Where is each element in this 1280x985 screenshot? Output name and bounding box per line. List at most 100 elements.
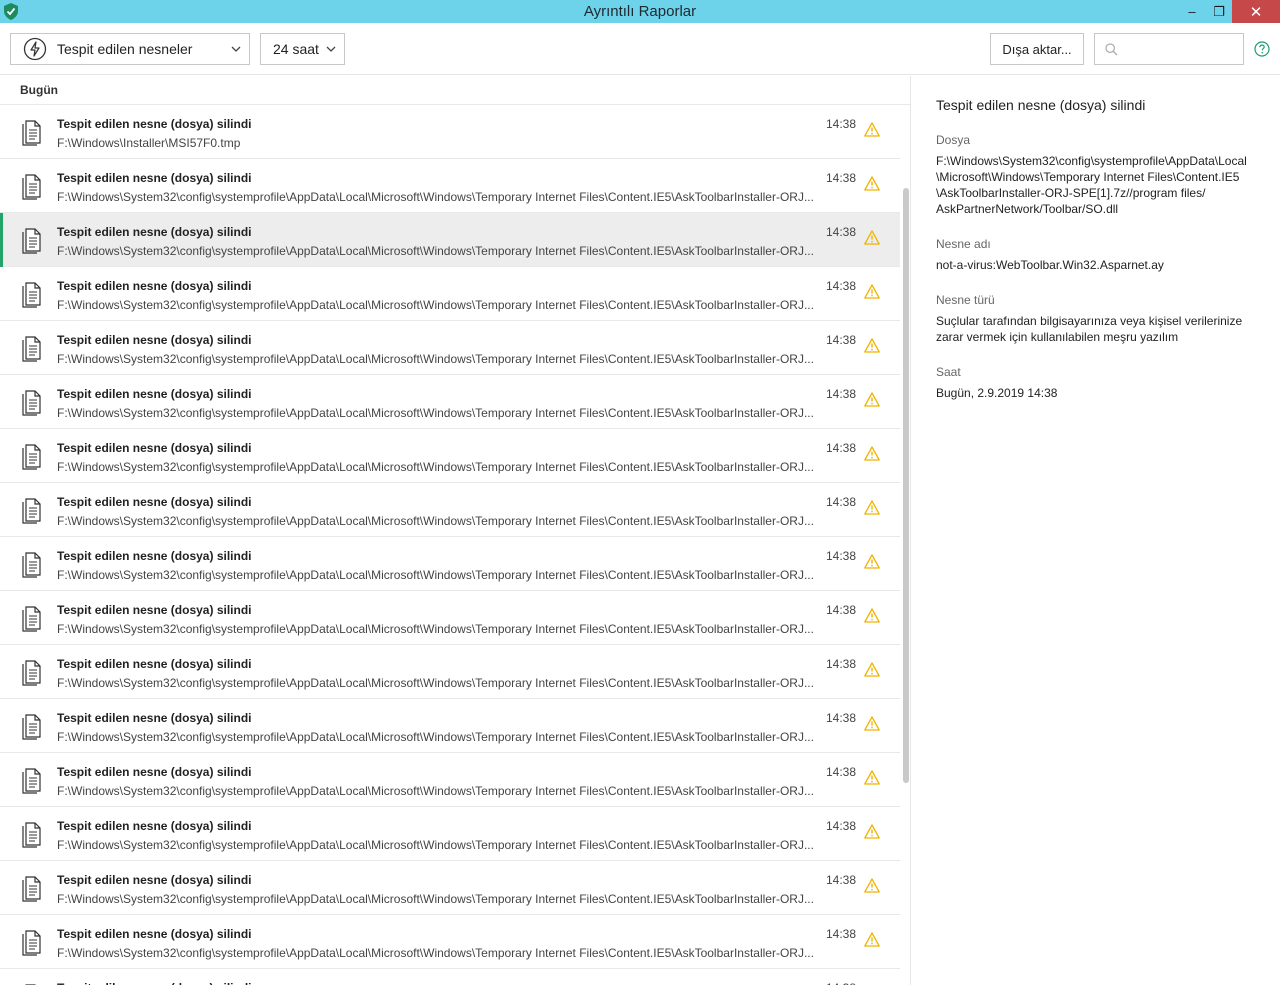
document-icon	[20, 388, 44, 416]
event-rows: Tespit edilen nesne (dosya) silindi F:\Wi…	[0, 105, 910, 985]
warning-icon	[864, 878, 880, 893]
file-label: Dosya	[936, 133, 971, 147]
chevron-down-icon	[231, 46, 241, 52]
event-time: 14:38	[826, 225, 857, 239]
time-label: Saat	[936, 365, 961, 379]
file-path-value: F:\Windows\System32\config\systemprofile…	[936, 153, 1256, 217]
period-label: 24 saat	[273, 41, 319, 57]
event-title: Tespit edilen nesne (dosya) silindi	[57, 927, 252, 941]
event-time: 14:38	[826, 927, 857, 941]
event-title: Tespit edilen nesne (dosya) silindi	[57, 171, 252, 185]
event-path: F:\Windows\System32\config\systemprofile…	[57, 838, 814, 852]
object-name-value: not-a-virus:WebToolbar.Win32.Asparnet.ay	[936, 258, 1164, 272]
list-item[interactable]: Tespit edilen nesne (dosya) silindi F:\Wi…	[0, 105, 900, 159]
list-item[interactable]: Tespit edilen nesne (dosya) silindi F:\Wi…	[0, 483, 900, 537]
warning-icon	[864, 446, 880, 461]
event-title: Tespit edilen nesne (dosya) silindi	[57, 549, 252, 563]
warning-icon	[864, 122, 880, 137]
list-scrollbar[interactable]	[903, 188, 909, 783]
event-path: F:\Windows\System32\config\systemprofile…	[57, 730, 814, 744]
document-icon	[20, 442, 44, 470]
document-icon	[20, 280, 44, 308]
list-item[interactable]: Tespit edilen nesne (dosya) silindi F:\Wi…	[0, 915, 900, 969]
group-header-today: Bugün	[0, 76, 910, 105]
period-dropdown[interactable]: 24 saat	[260, 33, 345, 65]
file-path-line: AskPartnerNetwork/Toolbar/SO.dll	[936, 202, 1119, 216]
event-title: Tespit edilen nesne (dosya) silindi	[57, 387, 252, 401]
window-title: Ayrıntılı Raporlar	[583, 3, 697, 20]
search-input[interactable]	[1123, 38, 1239, 60]
document-icon	[20, 226, 44, 254]
event-time: 14:38	[826, 765, 857, 779]
event-path: F:\Windows\System32\config\systemprofile…	[57, 352, 814, 366]
details-panel: Tespit edilen nesne (dosya) silindi Dosy…	[936, 76, 1256, 401]
list-item[interactable]: Tespit edilen nesne (dosya) silindi F:\Wi…	[0, 753, 900, 807]
event-title: Tespit edilen nesne (dosya) silindi	[57, 117, 252, 131]
event-time: 14:38	[826, 117, 857, 131]
warning-icon	[864, 500, 880, 515]
document-icon	[20, 658, 44, 686]
document-icon	[20, 496, 44, 524]
object-name-label: Nesne adı	[936, 237, 991, 251]
document-icon	[20, 604, 44, 632]
list-item[interactable]: Tespit edilen nesne (dosya) silindi F:\Wi…	[0, 375, 900, 429]
export-button[interactable]: Dışa aktar...	[990, 33, 1084, 65]
list-item[interactable]: Tespit edilen nesne (dosya) silindi F:\Wi…	[0, 537, 900, 591]
list-item[interactable]: Tespit edilen nesne (dosya) silindi F:\Wi…	[0, 645, 900, 699]
chevron-down-icon	[326, 46, 336, 52]
list-item[interactable]: Tespit edilen nesne (dosya) silindi F:\Wi…	[0, 591, 900, 645]
list-item[interactable]: Tespit edilen nesne (dosya) silindi F:\Wi…	[0, 321, 900, 375]
list-item[interactable]: Tespit edilen nesne (dosya) silindi F:\Wi…	[0, 861, 900, 915]
warning-icon	[864, 176, 880, 191]
event-path: F:\Windows\Installer\MSI57F0.tmp	[57, 136, 241, 150]
event-list: Bugün Tespit edilen nesne (dosya) silind…	[0, 76, 911, 985]
event-title: Tespit edilen nesne (dosya) silindi	[57, 225, 252, 239]
event-path: F:\Windows\System32\config\systemprofile…	[57, 244, 814, 258]
event-time: 14:38	[826, 441, 857, 455]
minimize-button[interactable]: –	[1178, 0, 1206, 23]
event-type-dropdown[interactable]: Tespit edilen nesneler	[10, 33, 250, 65]
list-item[interactable]: Tespit edilen nesne (dosya) silindi F:\Wi…	[0, 213, 900, 267]
event-time: 14:38	[826, 333, 857, 347]
list-item[interactable]: Tespit edilen nesne (dosya) silindi F:\Wi…	[0, 699, 900, 753]
warning-icon	[864, 554, 880, 569]
file-path-line: F:\Windows\System32\config\systemprofile…	[936, 154, 1247, 168]
event-title: Tespit edilen nesne (dosya) silindi	[57, 603, 252, 617]
list-item[interactable]: Tespit edilen nesne (dosya) silindi F:\Wi…	[0, 807, 900, 861]
list-item[interactable]: Tespit edilen nesne (dosya) silindi F:\Wi…	[0, 267, 900, 321]
details-heading: Tespit edilen nesne (dosya) silindi	[936, 97, 1146, 113]
close-button[interactable]: ✕	[1232, 0, 1280, 23]
event-time: 14:38	[826, 873, 857, 887]
bolt-icon	[23, 37, 47, 61]
event-path: F:\Windows\System32\config\systemprofile…	[57, 406, 814, 420]
search-icon	[1105, 43, 1118, 56]
help-icon[interactable]	[1254, 41, 1270, 57]
event-time: 14:38	[826, 657, 857, 671]
event-time: 14:38	[826, 819, 857, 833]
warning-icon	[864, 716, 880, 731]
event-time: 14:38	[826, 711, 857, 725]
warning-icon	[864, 608, 880, 623]
warning-icon	[864, 932, 880, 947]
event-title: Tespit edilen nesne (dosya) silindi	[57, 657, 252, 671]
title-bar: Ayrıntılı Raporlar – ❐ ✕	[0, 0, 1280, 23]
object-type-label: Nesne türü	[936, 293, 995, 307]
event-time: 14:38	[826, 603, 857, 617]
toolbar: Tespit edilen nesneler 24 saat Dışa akta…	[0, 23, 1280, 75]
file-path-line: \AskToolbarInstaller-ORJ-SPE[1].7z//prog…	[936, 186, 1206, 200]
event-path: F:\Windows\System32\config\systemprofile…	[57, 514, 814, 528]
list-item[interactable]: Tespit edilen nesne (dosya) silindi F:\Wi…	[0, 159, 900, 213]
warning-icon	[864, 284, 880, 299]
maximize-button[interactable]: ❐	[1205, 0, 1233, 23]
event-type-label: Tespit edilen nesneler	[57, 41, 193, 57]
event-time: 14:38	[826, 387, 857, 401]
list-item[interactable]: Tespit edilen nesne (dosya) silindi F:\Wi…	[0, 429, 900, 483]
event-title: Tespit edilen nesne (dosya) silindi	[57, 279, 252, 293]
list-item[interactable]: Tespit edilen nesne (dosya) silindi 14:38	[0, 969, 900, 985]
event-path: F:\Windows\System32\config\systemprofile…	[57, 568, 814, 582]
event-path: F:\Windows\System32\config\systemprofile…	[57, 622, 814, 636]
event-time: 14:38	[826, 171, 857, 185]
object-type-line: Suçlular tarafından bilgisayarınıza veya…	[936, 314, 1243, 328]
event-title: Tespit edilen nesne (dosya) silindi	[57, 765, 252, 779]
warning-icon	[864, 392, 880, 407]
